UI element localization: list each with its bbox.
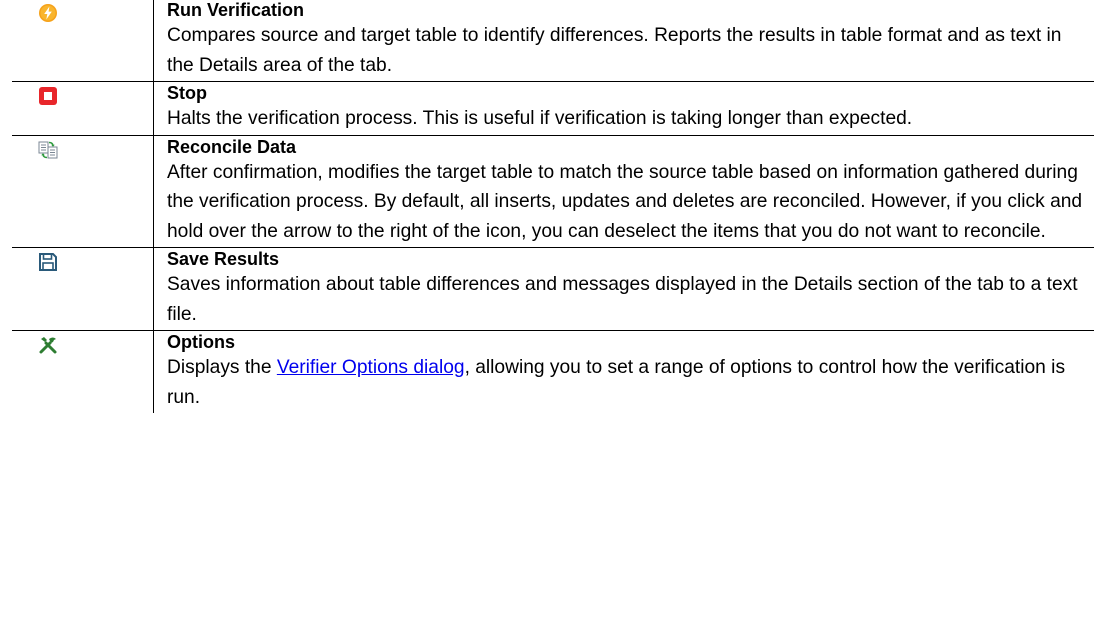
command-title: Save Results	[167, 249, 280, 269]
description-cell: Run Verification Compares source and tar…	[153, 0, 1094, 82]
icon-cell	[12, 330, 154, 413]
description-cell: Reconcile Data After confirmation, modif…	[153, 134, 1094, 248]
table-row: Reconcile Data After confirmation, modif…	[12, 134, 1094, 248]
table-row: Options Displays the Verifier Options di…	[12, 330, 1094, 413]
stop-icon	[38, 86, 58, 106]
toolbar-commands-table: Run Verification Compares source and tar…	[12, 0, 1094, 413]
command-description: Displays the Verifier Options dialog, al…	[167, 353, 1088, 412]
verifier-options-link[interactable]: Verifier Options dialog	[277, 357, 465, 378]
command-title: Run Verification	[167, 0, 305, 20]
icon-cell	[12, 0, 154, 82]
tools-icon	[38, 335, 58, 355]
table-row: Run Verification Compares source and tar…	[12, 0, 1094, 82]
command-title: Options	[167, 332, 235, 352]
lightning-bolt-icon	[38, 3, 58, 23]
command-description: Compares source and target table to iden…	[167, 25, 1062, 76]
icon-cell	[12, 247, 154, 331]
command-title: Stop	[167, 83, 207, 103]
description-cell: Options Displays the Verifier Options di…	[153, 330, 1094, 413]
description-cell: Save Results Saves information about tab…	[153, 247, 1094, 331]
command-description: Halts the verification process. This is …	[167, 108, 913, 129]
command-title: Reconcile Data	[167, 136, 297, 157]
command-description: Saves information about table difference…	[167, 274, 1078, 325]
command-description: After confirmation, modifies the target …	[167, 161, 1083, 242]
description-text: Displays the	[167, 357, 277, 378]
icon-cell	[12, 134, 154, 248]
table-row: Save Results Saves information about tab…	[12, 247, 1094, 331]
description-cell: Stop Halts the verification process. Thi…	[153, 81, 1094, 136]
icon-cell	[12, 81, 154, 136]
table-row: Stop Halts the verification process. Thi…	[12, 81, 1094, 136]
save-icon	[38, 252, 58, 272]
reconcile-data-icon	[38, 140, 58, 160]
